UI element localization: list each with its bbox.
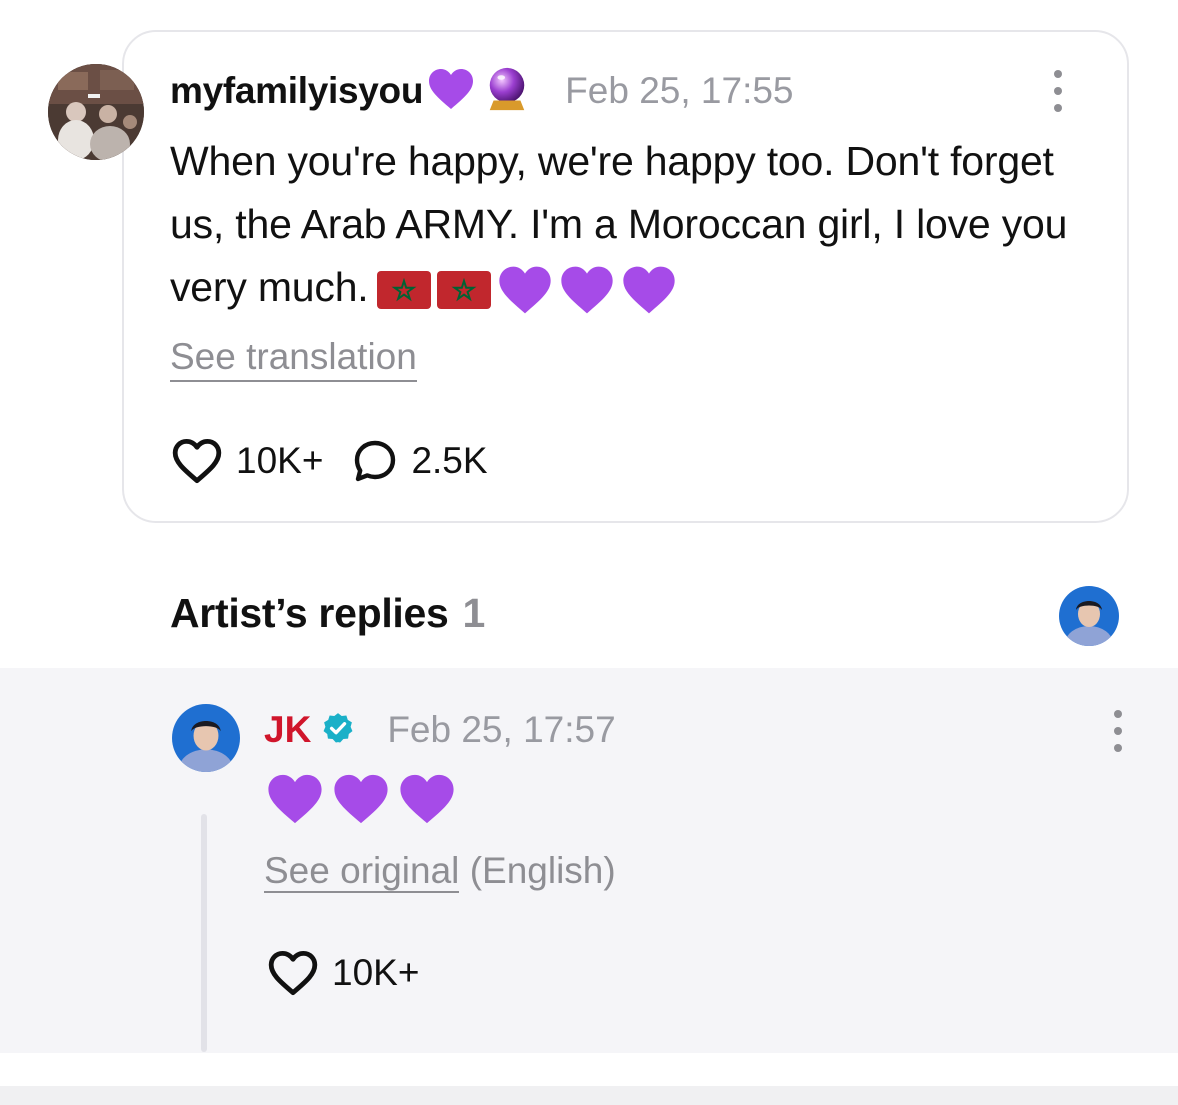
- verified-badge-icon: [321, 711, 355, 750]
- post-username[interactable]: myfamilyisyou: [170, 70, 423, 112]
- heart-icon: [268, 950, 318, 996]
- like-count: 10K+: [236, 440, 324, 481]
- morocco-flag-icon: [436, 271, 491, 310]
- purple-heart-icon: [498, 266, 551, 314]
- artist-avatar-small[interactable]: [1059, 586, 1119, 646]
- crystal-ball-icon: [485, 66, 529, 117]
- post-actions: 10K+ 2.5K: [170, 436, 488, 486]
- comment-button[interactable]: 2.5K: [351, 437, 488, 485]
- see-original-row: See original (English): [264, 848, 616, 894]
- reply-emojis: [266, 772, 456, 826]
- artist-avatar[interactable]: [172, 704, 240, 772]
- comment-bubble-icon: [355, 440, 396, 482]
- artist-replies-count: 1: [462, 590, 486, 636]
- purple-heart-icon: [427, 67, 475, 116]
- purple-heart-icon: [400, 774, 454, 824]
- morocco-flag-icon: [376, 271, 431, 310]
- reply-like-button[interactable]: 10K+: [266, 949, 419, 997]
- heart-icon: [172, 438, 222, 484]
- artist-replies-title: Artist’s replies: [170, 590, 449, 636]
- like-button[interactable]: 10K+: [170, 437, 323, 485]
- see-original-link[interactable]: See original: [264, 850, 460, 893]
- post-timestamp: Feb 25, 17:55: [565, 70, 794, 111]
- reply-like-count: 10K+: [332, 952, 420, 993]
- post-emojis: [376, 264, 677, 316]
- post-body: When you're happy, we're happy too. Don'…: [170, 130, 1070, 319]
- purple-heart-icon: [268, 774, 322, 824]
- bottom-divider: [0, 1086, 1178, 1105]
- thread-line: [201, 814, 207, 1052]
- reply-more-options-icon[interactable]: [1112, 710, 1124, 752]
- user-avatar[interactable]: [48, 64, 144, 160]
- comment-count: 2.5K: [411, 440, 488, 481]
- original-language: (English): [469, 850, 616, 891]
- post-more-options-icon[interactable]: [1052, 70, 1064, 112]
- see-translation-link[interactable]: See translation: [170, 334, 417, 382]
- reply-actions: 10K+: [266, 948, 419, 998]
- artist-name[interactable]: JK: [264, 709, 311, 751]
- purple-heart-icon: [622, 266, 675, 314]
- post-header: myfamilyisyou Feb 25, 17:55: [170, 66, 794, 116]
- purple-heart-icon: [334, 774, 388, 824]
- artist-replies-heading: Artist’s replies 1: [170, 590, 485, 637]
- reply-header: JK Feb 25, 17:57: [264, 706, 616, 754]
- reply-timestamp: Feb 25, 17:57: [387, 709, 616, 750]
- purple-heart-icon: [560, 266, 613, 314]
